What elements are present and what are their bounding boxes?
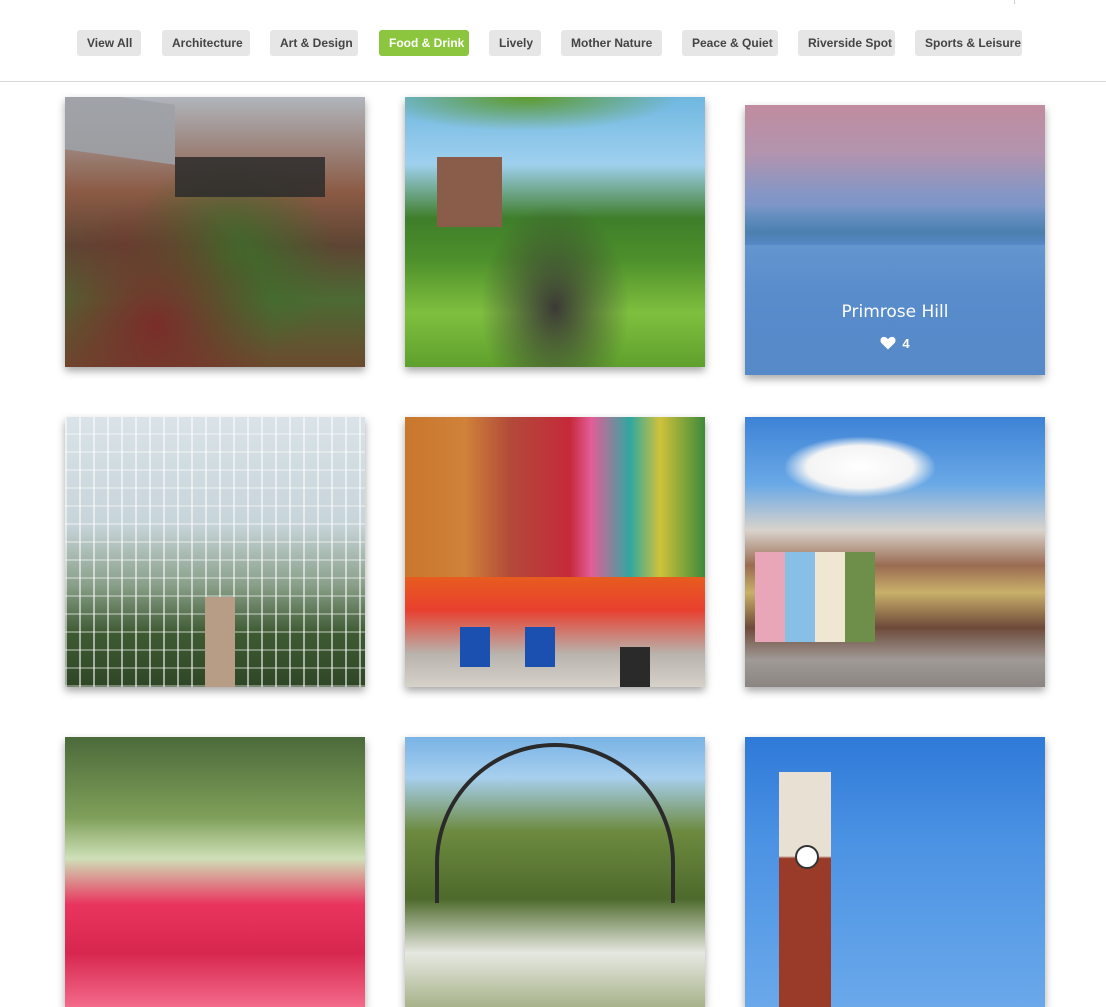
places-grid: Primrose Hill 4 — [0, 82, 1106, 1007]
filter-mother-nature[interactable]: Mother Nature — [561, 30, 662, 56]
flower-woodland-photo — [65, 737, 365, 1007]
glasshouse-photo — [65, 417, 365, 687]
place-card[interactable] — [405, 97, 705, 367]
filter-food-drink[interactable]: Food & Drink — [379, 30, 469, 56]
filter-view-all[interactable]: View All — [77, 30, 141, 56]
notting-hill-street-photo — [745, 417, 1045, 687]
hover-overlay — [745, 105, 1045, 375]
filter-riverside-spot[interactable]: Riverside Spot — [798, 30, 895, 56]
garden-arch-photo — [405, 737, 705, 1007]
place-card[interactable] — [405, 417, 705, 687]
place-card[interactable] — [745, 737, 1045, 1007]
garden-market-photo — [65, 97, 365, 367]
place-card[interactable] — [65, 737, 365, 1007]
filter-art-design[interactable]: Art & Design — [270, 30, 358, 56]
heart-icon[interactable] — [880, 336, 896, 350]
card-likes: 4 — [745, 336, 1045, 351]
card-title: Primrose Hill — [841, 302, 949, 322]
place-card[interactable] — [405, 737, 705, 1007]
divider — [1014, 0, 1015, 4]
likes-count: 4 — [902, 336, 910, 351]
filter-lively[interactable]: Lively — [489, 30, 541, 56]
clock-tower-photo — [745, 737, 1045, 1007]
place-card-primrose-hill[interactable]: Primrose Hill 4 — [745, 105, 1045, 375]
place-card[interactable] — [65, 417, 365, 687]
colourful-street-photo — [405, 417, 705, 687]
filter-architecture[interactable]: Architecture — [162, 30, 250, 56]
place-card[interactable] — [65, 97, 365, 367]
park-picnic-photo — [405, 97, 705, 367]
filter-peace-quiet[interactable]: Peace & Quiet — [682, 30, 778, 56]
category-filter-bar: View All Architecture Art & Design Food … — [0, 0, 1106, 82]
filter-sports-leisure[interactable]: Sports & Leisure — [915, 30, 1022, 56]
place-card[interactable] — [745, 417, 1045, 687]
